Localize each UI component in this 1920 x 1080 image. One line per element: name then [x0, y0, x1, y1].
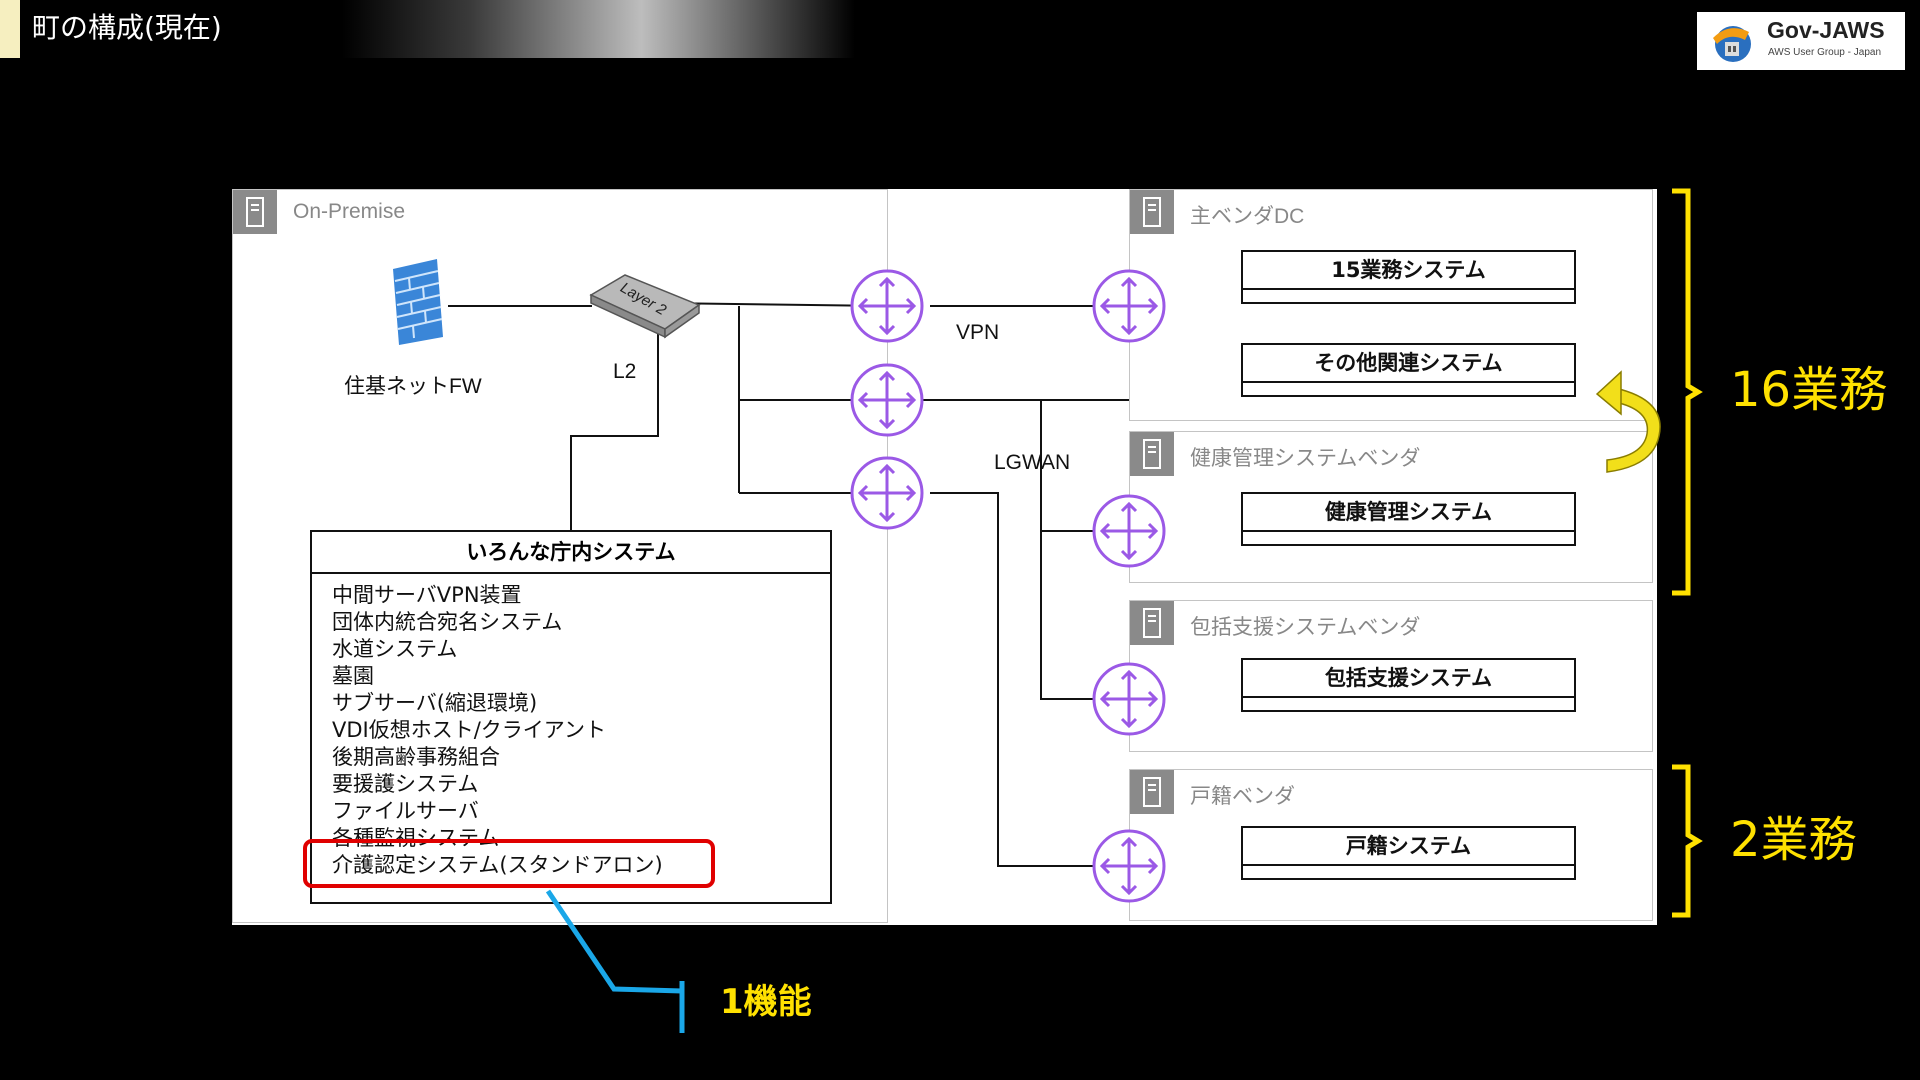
list-item: 後期高齢事務組合 — [332, 745, 500, 769]
firewall-icon — [393, 259, 443, 345]
annotation-16: 16業務 — [1730, 362, 1888, 418]
annotation-2: 2業務 — [1730, 812, 1857, 868]
router-icon-health — [1092, 494, 1166, 568]
callout-line — [545, 889, 685, 1033]
slide-title: 町の構成(現在) — [32, 8, 234, 48]
server-rack-icon — [1130, 432, 1174, 476]
firewall-label: 住基ネットFW — [344, 375, 482, 398]
vendor-label-health: 健康管理システムベンダ — [1190, 447, 1421, 470]
brace-16-icon — [1672, 188, 1703, 596]
list-item: 墓園 — [332, 664, 374, 688]
gov-jaws-logo: Gov-JAWS AWS User Group - Japan — [1697, 12, 1905, 70]
system-box: 15業務システム — [1241, 250, 1576, 304]
vendor-label-main-dc: 主ベンダDC — [1190, 205, 1305, 228]
vendor-group-support: 包括支援システムベンダ 包括支援システム — [1129, 600, 1653, 752]
system-box: 包括支援システム — [1241, 658, 1576, 712]
architecture-diagram: On-Premise 住基ネットFW Layer 2 L2 いろんな庁内システム… — [232, 189, 1657, 925]
list-item: 水道システム — [332, 637, 458, 661]
system-box-label: 健康管理システム — [1243, 494, 1574, 532]
router-icon-lgwan-1 — [850, 363, 924, 437]
list-item: 中間サーバVPN装置 — [332, 583, 522, 607]
list-item: VDI仮想ホスト/クライアント — [332, 718, 606, 742]
layer2-switch-icon: Layer 2 — [589, 274, 701, 339]
router-icon-main-dc — [1092, 269, 1166, 343]
server-rack-icon — [1130, 190, 1174, 234]
system-box-label: 15業務システム — [1243, 252, 1574, 290]
globe-logo-icon — [1713, 26, 1751, 62]
internal-systems-title: いろんな庁内システム — [312, 532, 830, 574]
system-box-label: その他関連システム — [1243, 345, 1574, 383]
function-note: 1機能 — [720, 982, 812, 1022]
vendor-label-koseki: 戸籍ベンダ — [1190, 785, 1295, 808]
server-rack-icon — [1130, 770, 1174, 814]
logo-name: Gov-JAWS — [1767, 17, 1885, 43]
vendor-group-koseki: 戸籍ベンダ 戸籍システム — [1129, 769, 1653, 921]
switch-label: L2 — [613, 360, 637, 383]
system-box: 戸籍システム — [1241, 826, 1576, 880]
internal-systems-list: 中間サーバVPN装置 団体内統合宛名システム 水道システム 墓園 サブサーバ(縮… — [312, 574, 830, 879]
vendor-group-main-dc: 主ベンダDC 15業務システム その他関連システム — [1129, 189, 1653, 421]
router-icon-lgwan-2 — [850, 456, 924, 530]
highlight-box — [303, 839, 715, 888]
server-rack-icon — [1130, 601, 1174, 645]
title-accent-bar — [0, 0, 20, 58]
vpn-label: VPN — [956, 321, 1000, 344]
lgwan-label: LGWAN — [994, 451, 1071, 474]
system-box: その他関連システム — [1241, 343, 1576, 397]
list-item: ファイルサーバ — [332, 799, 479, 823]
curved-arrow-icon — [1595, 370, 1661, 473]
router-icon-vpn — [850, 269, 924, 343]
onprem-group-label: On-Premise — [293, 200, 406, 223]
list-item: サブサーバ(縮退環境) — [332, 691, 538, 715]
server-rack-icon — [233, 190, 277, 234]
list-item: 要援護システム — [332, 772, 479, 796]
vendor-group-health: 健康管理システムベンダ 健康管理システム — [1129, 431, 1653, 583]
list-item: 団体内統合宛名システム — [332, 610, 563, 634]
system-box-label: 包括支援システム — [1243, 660, 1574, 698]
router-icon-support — [1092, 662, 1166, 736]
logo-subtitle: AWS User Group - Japan — [1768, 47, 1882, 58]
brace-2-icon — [1672, 764, 1703, 918]
router-icon-koseki — [1092, 829, 1166, 903]
system-box: 健康管理システム — [1241, 492, 1576, 546]
vendor-label-support: 包括支援システムベンダ — [1190, 616, 1421, 639]
system-box-label: 戸籍システム — [1243, 828, 1574, 866]
